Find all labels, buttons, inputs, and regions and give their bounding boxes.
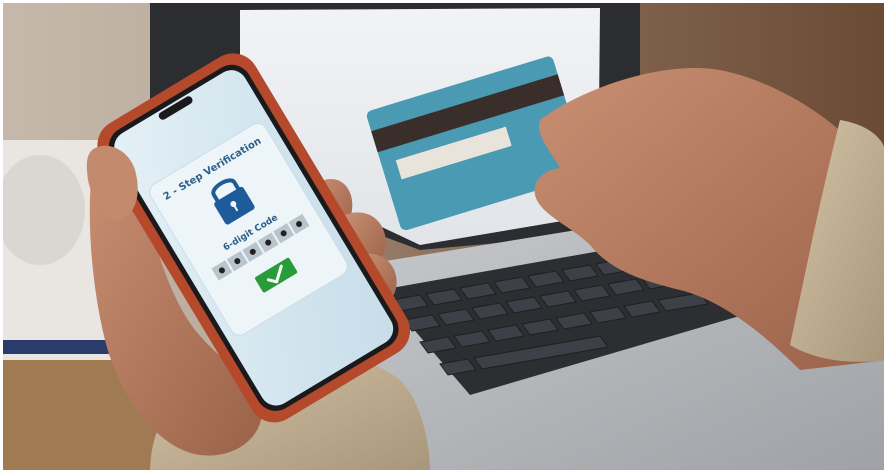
- photo-scene: 2 - Step Verification 6-digit Code: [0, 0, 887, 473]
- photo: 2 - Step Verification 6-digit Code: [0, 0, 887, 473]
